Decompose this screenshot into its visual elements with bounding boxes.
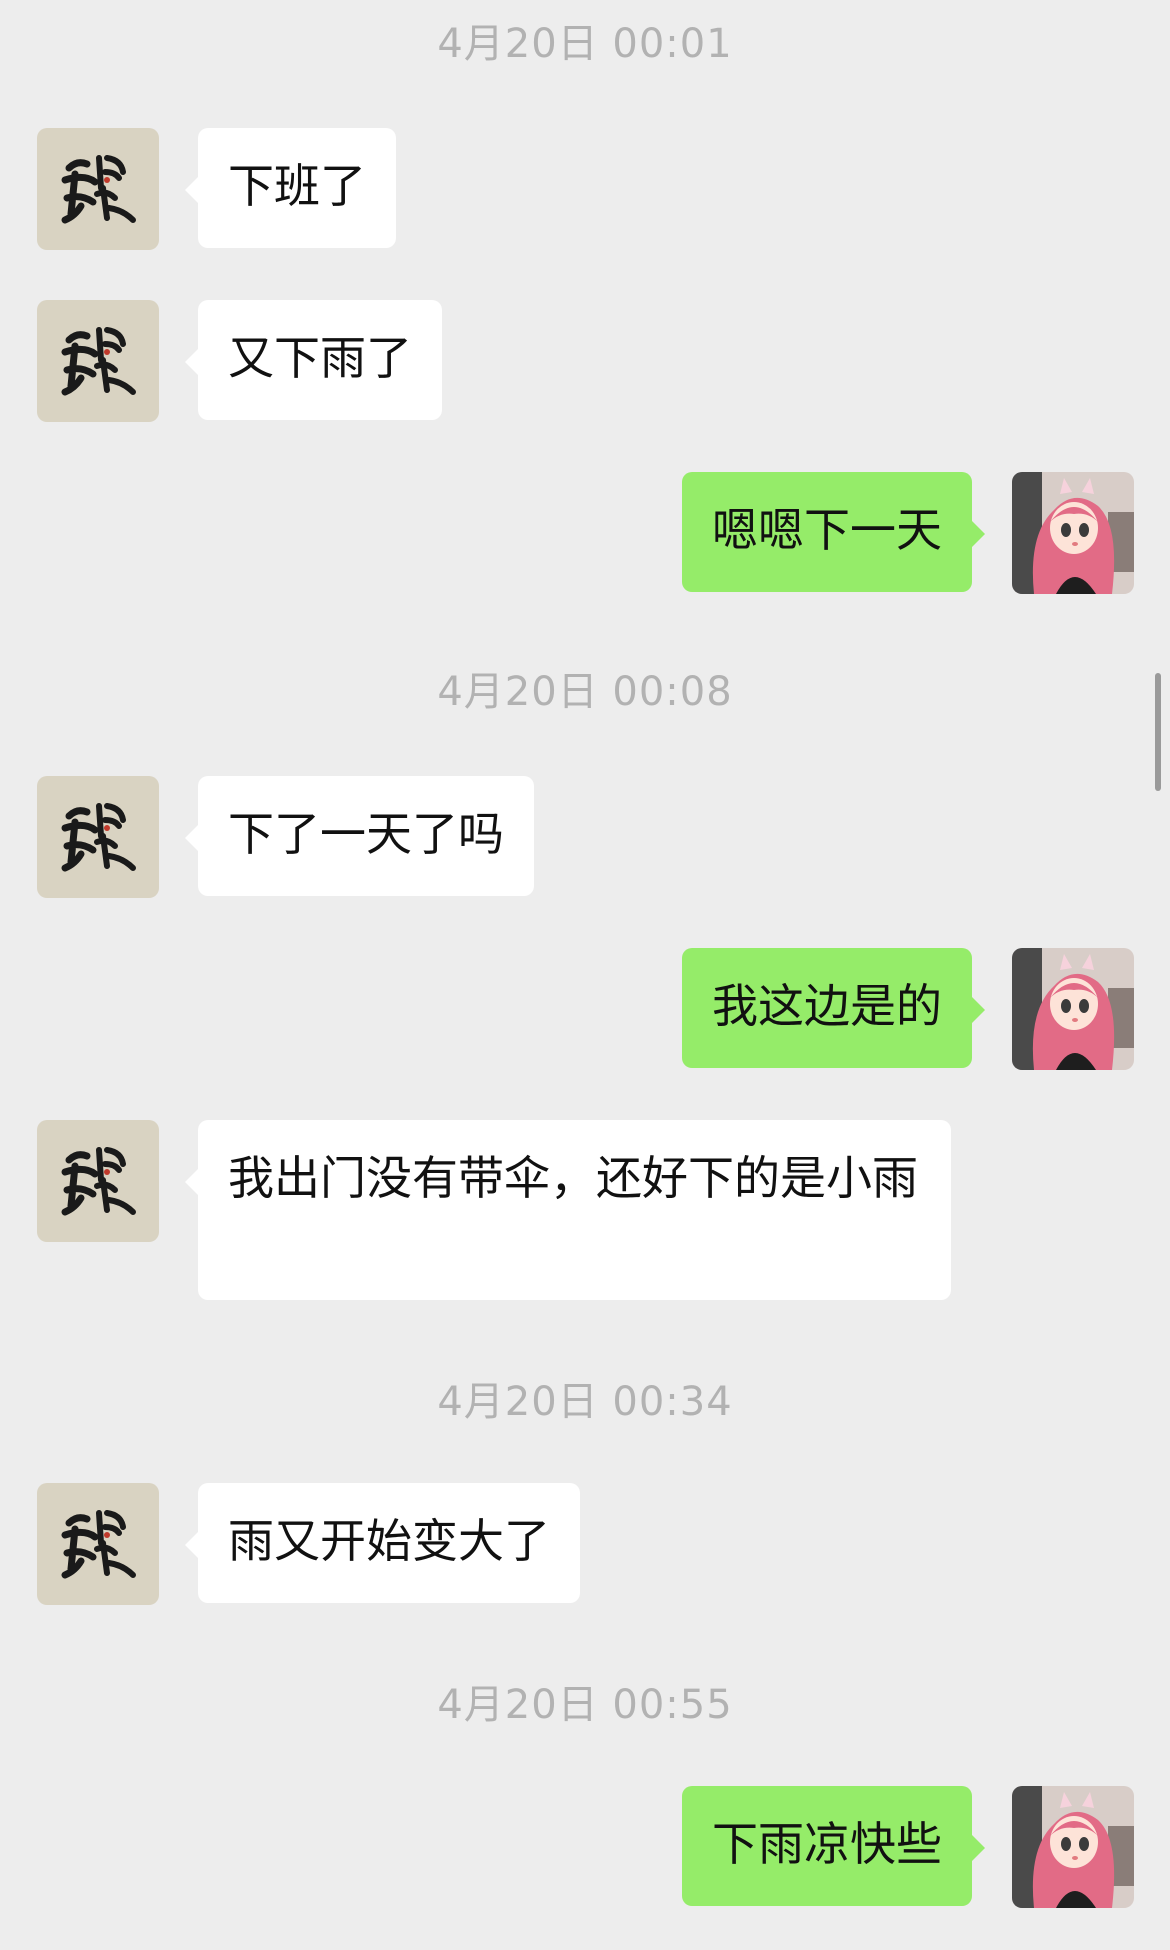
friend-avatar[interactable] <box>37 776 159 898</box>
self-avatar[interactable] <box>1012 472 1134 594</box>
calligraphy-avatar-icon <box>37 1120 159 1242</box>
scrollbar[interactable] <box>1155 673 1161 791</box>
incoming-message-bubble[interactable]: 我出门没有带伞，还好下的是小雨 <box>185 1120 951 1300</box>
self-avatar[interactable] <box>1012 1786 1134 1908</box>
outgoing-message-bubble[interactable]: 嗯嗯下一天 <box>682 472 985 592</box>
self-avatar[interactable] <box>1012 948 1134 1070</box>
chat-timestamp: 4月20日 00:55 <box>437 1682 733 1728</box>
calligraphy-avatar-icon <box>37 776 159 898</box>
incoming-message-bubble[interactable]: 下了一天了吗 <box>185 776 534 896</box>
calligraphy-avatar-icon <box>37 128 159 250</box>
chat-timestamp: 4月20日 00:01 <box>437 21 733 67</box>
friend-avatar[interactable] <box>37 1483 159 1605</box>
outgoing-message-bubble[interactable]: 我这边是的 <box>682 948 985 1068</box>
calligraphy-avatar-icon <box>37 300 159 422</box>
cartoon-girl-avatar-icon <box>1012 472 1134 594</box>
friend-avatar[interactable] <box>37 128 159 250</box>
incoming-message-bubble[interactable]: 下班了 <box>185 128 396 248</box>
friend-avatar[interactable] <box>37 300 159 422</box>
chat-timestamp: 4月20日 00:34 <box>437 1379 733 1425</box>
cartoon-girl-avatar-icon <box>1012 948 1134 1070</box>
incoming-message-bubble[interactable]: 又下雨了 <box>185 300 442 420</box>
chat-timestamp: 4月20日 00:08 <box>437 669 733 715</box>
outgoing-message-bubble[interactable]: 下雨凉快些 <box>682 1786 985 1906</box>
friend-avatar[interactable] <box>37 1120 159 1242</box>
incoming-message-bubble[interactable]: 雨又开始变大了 <box>185 1483 580 1603</box>
cartoon-girl-avatar-icon <box>1012 1786 1134 1908</box>
calligraphy-avatar-icon <box>37 1483 159 1605</box>
